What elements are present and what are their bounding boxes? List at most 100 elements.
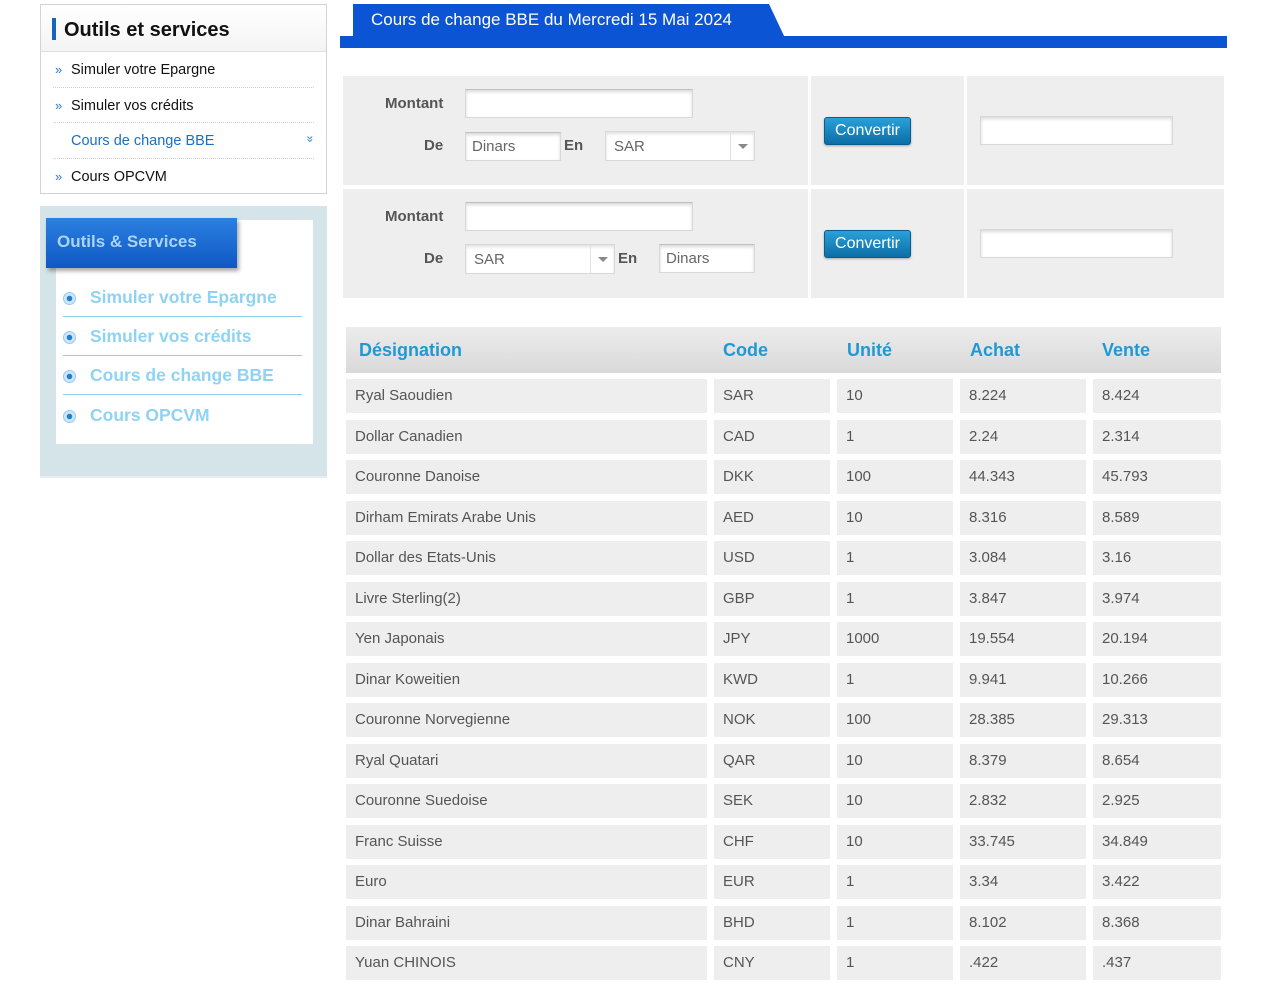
cell-vente: 45.793 [1093, 460, 1221, 494]
double-chevron-down-icon[interactable]: » [303, 136, 319, 143]
cell-code-text: CNY [723, 954, 755, 971]
cell-achat: 3.847 [960, 581, 1086, 616]
rates-table-header: Désignation Code Unité Achat Vente [346, 327, 1221, 373]
tools-menu-item-opcvm[interactable]: » Cours OPCVM [53, 159, 314, 195]
tools-menu-item-epargne[interactable]: » Simuler votre Epargne [53, 52, 314, 88]
cell-vente-text: 45.793 [1102, 468, 1148, 485]
services-title-tag: Outils & Services [46, 218, 237, 268]
table-row: Yuan CHINOIS CNY 1 .422 .437 [346, 946, 1221, 980]
tools-menu-item-cours-change[interactable]: Cours de change BBE » [53, 123, 318, 159]
cell-designation-text: Dollar des Etats-Unis [355, 549, 496, 566]
cell-achat-text: 2.24 [969, 427, 999, 445]
converter1-to-select[interactable]: SAR [605, 131, 755, 161]
cell-code: SAR [714, 379, 830, 413]
dropdown-arrow-icon[interactable] [730, 132, 754, 160]
cell-designation: Dollar des Etats-Unis [346, 541, 707, 575]
services-item-label[interactable]: Cours de change BBE [90, 365, 274, 386]
services-item-epargne[interactable]: Simuler votre Epargne [63, 278, 302, 317]
table-row: Yen Japonais JPY 1000 19.554 20.194 [346, 622, 1221, 656]
cell-designation-text: Ryal Quatari [355, 751, 439, 769]
cell-vente-text: 3.422 [1102, 873, 1140, 890]
cell-achat: 3.084 [960, 541, 1086, 575]
converter1-to-value: SAR [614, 138, 645, 155]
converter1-amount-input[interactable] [465, 89, 693, 118]
services-item-credits[interactable]: Simuler vos crédits [63, 317, 302, 356]
tools-menu-item-credits[interactable]: » Simuler vos crédits [53, 88, 314, 123]
cell-designation: Ryal Saoudien [346, 379, 707, 413]
cell-achat-text: 8.102 [969, 913, 1007, 931]
cell-designation-text: Yen Japonais [355, 630, 445, 647]
cell-achat-text: 44.343 [969, 468, 1015, 485]
cell-code: BHD [714, 905, 830, 940]
cell-vente: 8.654 [1093, 743, 1221, 778]
tab-title: Cours de change BBE du Mercredi 15 Mai 2… [371, 10, 732, 29]
cell-code-text: GBP [723, 589, 755, 607]
services-item-cours-change[interactable]: Cours de change BBE [63, 356, 302, 395]
cell-unite-text: 1 [846, 873, 855, 890]
column-header-achat: Achat [970, 340, 1021, 360]
table-row: Dollar Canadien CAD 1 2.24 2.314 [346, 419, 1221, 454]
cell-designation: Franc Suisse [346, 824, 707, 859]
cell-code: JPY [714, 622, 830, 656]
services-item-label[interactable]: Simuler vos crédits [90, 326, 251, 347]
table-row: Dinar Bahraini BHD 1 8.102 8.368 [346, 905, 1221, 940]
cell-vente: .437 [1093, 946, 1221, 980]
tools-menu-item-label[interactable]: Cours de change BBE [71, 132, 214, 150]
cell-unite: 10 [837, 379, 953, 413]
cell-unite: 1 [837, 541, 953, 575]
cell-unite-text: 1 [846, 670, 855, 688]
cell-unite-text: 10 [846, 792, 863, 809]
cell-vente-text: 20.194 [1102, 630, 1148, 647]
services-item-opcvm[interactable]: Cours OPCVM [63, 396, 302, 435]
services-item-label[interactable]: Cours OPCVM [90, 405, 210, 426]
cell-vente: 8.368 [1093, 905, 1221, 940]
cell-code: GBP [714, 581, 830, 616]
column-header-code: Code [723, 340, 768, 360]
converter2-to-field[interactable] [659, 244, 755, 273]
cell-unite: 1 [837, 662, 953, 697]
converter2-convert-button[interactable]: Convertir [824, 230, 911, 258]
converter2-result-field[interactable] [980, 229, 1173, 258]
cell-unite-text: 1 [846, 589, 855, 607]
tools-menu-item-label[interactable]: Cours OPCVM [71, 168, 167, 186]
converter1-from-field[interactable] [465, 132, 561, 161]
cell-vente-text: 8.368 [1102, 913, 1140, 931]
cell-achat: 9.941 [960, 662, 1086, 697]
table-row: Couronne Norvegienne NOK 100 28.385 29.313 [346, 703, 1221, 737]
converter2-amount-input[interactable] [465, 202, 693, 231]
converter2-amount-label: Montant [385, 208, 444, 225]
cell-unite-text: 10 [846, 387, 863, 404]
tools-menu-item-label[interactable]: Simuler vos crédits [71, 97, 193, 115]
cell-code: CAD [714, 419, 830, 454]
bullet-circle-icon [63, 410, 76, 423]
cell-vente: 8.589 [1093, 500, 1221, 535]
cell-vente-text: 2.925 [1102, 792, 1140, 809]
table-row: Dirham Emirats Arabe Unis AED 10 8.316 8.589 [346, 500, 1221, 535]
converter2-to-label: En [618, 250, 638, 267]
cell-designation-text: Yuan CHINOIS [355, 954, 456, 971]
double-chevron-right-icon: » [55, 168, 63, 184]
cell-designation: Dirham Emirats Arabe Unis [346, 500, 707, 535]
converter1-convert-button[interactable]: Convertir [824, 117, 911, 145]
services-item-label[interactable]: Simuler votre Epargne [90, 287, 277, 308]
tools-menu-box: Outils et services » Simuler votre Eparg… [40, 4, 327, 194]
cell-vente: 3.16 [1093, 541, 1221, 575]
converter2-from-select[interactable]: SAR [465, 244, 615, 274]
cell-vente-text: 2.314 [1102, 427, 1140, 445]
converter1-result-field[interactable] [980, 116, 1173, 145]
cell-designation: Dollar Canadien [346, 419, 707, 454]
cell-unite-text: 10 [846, 508, 863, 526]
cell-unite: 10 [837, 824, 953, 859]
cell-code-text: DKK [723, 468, 754, 485]
tools-menu-item-label[interactable]: Simuler votre Epargne [71, 61, 215, 79]
dropdown-arrow-icon[interactable] [590, 245, 614, 273]
cell-code: KWD [714, 662, 830, 697]
cell-unite: 1 [837, 865, 953, 899]
cell-code-text: EUR [723, 873, 755, 890]
cell-designation-text: Ryal Saoudien [355, 387, 453, 404]
cell-vente-text: 34.849 [1102, 832, 1148, 850]
table-row: Livre Sterling(2) GBP 1 3.847 3.974 [346, 581, 1221, 616]
cell-designation-text: Dirham Emirats Arabe Unis [355, 508, 536, 526]
cell-code-text: KWD [723, 670, 758, 688]
cell-vente-text: 8.654 [1102, 751, 1140, 769]
